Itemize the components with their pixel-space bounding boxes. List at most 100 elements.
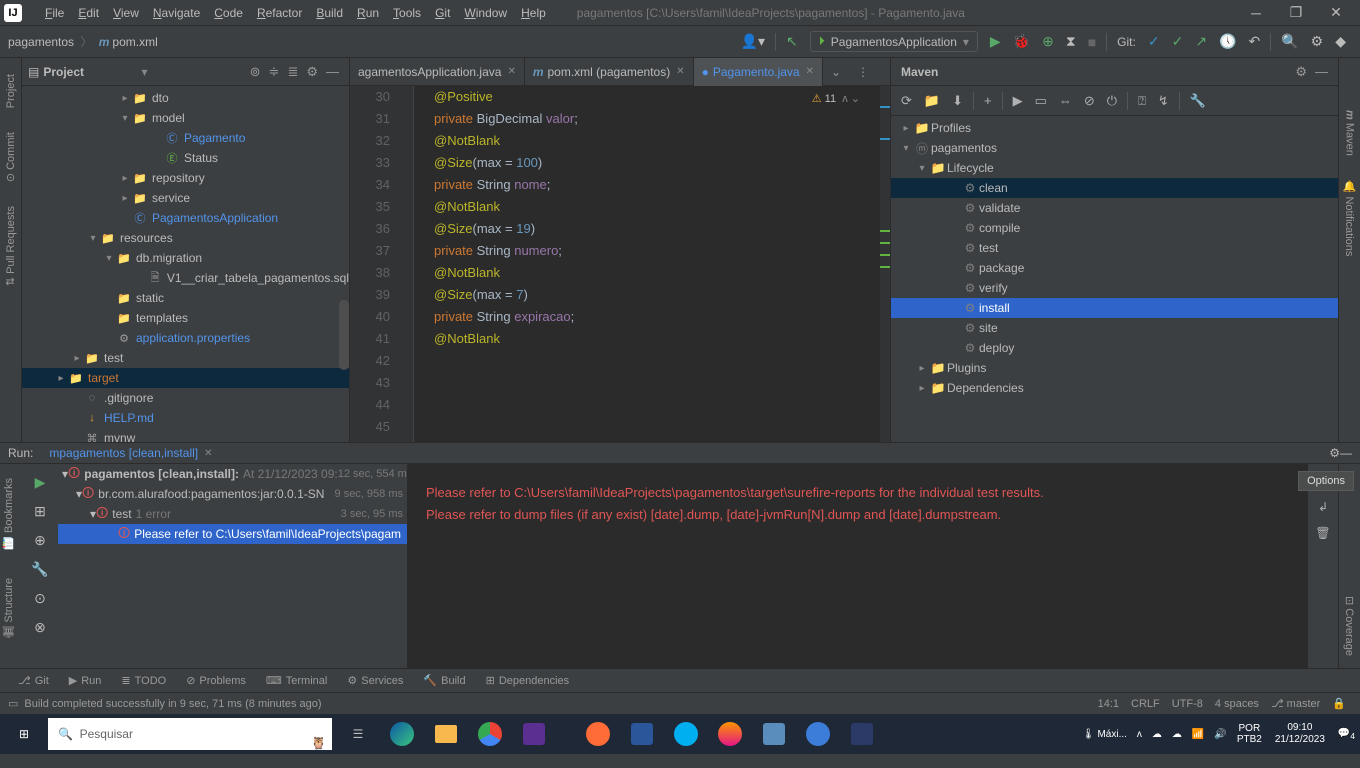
menu-view[interactable]: View bbox=[106, 6, 146, 20]
maven-item[interactable]: ▾ⓜpagamentos bbox=[891, 138, 1338, 158]
run-button[interactable]: ▶ bbox=[984, 33, 1007, 50]
close-button[interactable]: ✕ bbox=[1316, 0, 1356, 26]
app-icon-2[interactable] bbox=[796, 714, 840, 754]
git-rollback-icon[interactable]: ↶ bbox=[1242, 33, 1266, 50]
edge-icon[interactable] bbox=[380, 714, 424, 754]
postman-icon[interactable] bbox=[576, 714, 620, 754]
profile-button[interactable]: ⧗ bbox=[1060, 33, 1082, 50]
coverage-tab[interactable]: ⊡ Coverage bbox=[1341, 584, 1358, 668]
git-commit-icon[interactable]: ✓ bbox=[1166, 33, 1190, 50]
collapse-icon[interactable]: ≣ bbox=[283, 64, 302, 80]
run-tree[interactable]: ▾🛈pagamentos [clean,install]:At 21/12/20… bbox=[58, 464, 408, 668]
tree-item[interactable]: ↓HELP.md bbox=[22, 408, 349, 428]
line-separator[interactable]: CRLF bbox=[1125, 698, 1166, 710]
wrap-icon[interactable]: ↲ bbox=[1318, 494, 1328, 520]
git-history-icon[interactable]: 🕔 bbox=[1213, 33, 1242, 50]
run-maven-icon[interactable]: ▶ bbox=[1007, 93, 1029, 109]
error-stripe[interactable] bbox=[880, 86, 890, 442]
select-opened-icon[interactable]: ⊚ bbox=[246, 64, 265, 80]
breadcrumb-file[interactable]: pom.xml bbox=[112, 35, 157, 49]
project-tree[interactable]: ▸📁dto▾📁modelⒸPagamentoⒺStatus▸📁repositor… bbox=[22, 86, 349, 442]
maven-item[interactable]: ⚙package bbox=[891, 258, 1338, 278]
reload-icon[interactable]: ⟳ bbox=[895, 93, 918, 109]
inspection-widget[interactable]: ⚠ 11 ʌ ⌄ bbox=[812, 92, 860, 105]
tree-item[interactable]: ▸📁target bbox=[22, 368, 349, 388]
volume-icon[interactable]: 🔊 bbox=[1209, 729, 1231, 740]
menu-tools[interactable]: Tools bbox=[386, 6, 428, 20]
run-config-selector[interactable]: ⏵ PagamentosApplication ▾ bbox=[810, 31, 978, 52]
tree-item[interactable]: ⒸPagamentosApplication bbox=[22, 208, 349, 228]
maximize-button[interactable]: ❐ bbox=[1276, 0, 1316, 26]
bottom-terminal[interactable]: ⌨Terminal bbox=[256, 674, 337, 687]
scrollbar[interactable] bbox=[339, 300, 349, 370]
run-settings-icon[interactable]: ⚙ bbox=[1329, 446, 1340, 460]
explorer-icon[interactable] bbox=[424, 714, 468, 754]
lock-icon[interactable]: 🔒 bbox=[1326, 697, 1352, 710]
stack-icon[interactable]: ⊕ bbox=[34, 526, 46, 555]
wifi-icon[interactable]: 📶 bbox=[1187, 729, 1209, 740]
maven-item[interactable]: ⚙site bbox=[891, 318, 1338, 338]
run-output[interactable]: Please refer to C:\Users\famil\IdeaProje… bbox=[408, 464, 1308, 668]
tree-item[interactable]: ▸📁repository bbox=[22, 168, 349, 188]
app-icon[interactable] bbox=[752, 714, 796, 754]
settings-icon[interactable]: ⚙ bbox=[302, 64, 322, 80]
maven-settings-icon[interactable]: 🔧 bbox=[1184, 93, 1212, 109]
onedrive-icon[interactable]: ☁ bbox=[1167, 729, 1187, 740]
task-view-icon[interactable]: ☰ bbox=[336, 714, 380, 754]
expand-icon[interactable]: ≑ bbox=[265, 64, 284, 80]
menu-run[interactable]: Run bbox=[350, 6, 386, 20]
maven-item[interactable]: ▸📁Dependencies bbox=[891, 378, 1338, 398]
tree-item[interactable]: ▾📁model bbox=[22, 108, 349, 128]
run-hide-icon[interactable]: — bbox=[1340, 446, 1352, 460]
maven-settings-icon[interactable]: ⚙ bbox=[1291, 64, 1311, 80]
clock[interactable]: 09:1021/12/2023 bbox=[1267, 722, 1333, 746]
run-tree-item[interactable]: ▾🛈br.com.alurafood:pagamentos:jar:0.0.1-… bbox=[58, 484, 407, 504]
bottom-problems[interactable]: ⊘Problems bbox=[176, 674, 256, 687]
maven-item[interactable]: ⚙install bbox=[891, 298, 1338, 318]
collapse-all-icon[interactable]: ↯ bbox=[1152, 93, 1175, 109]
maven-item[interactable]: ▾📁Lifecycle bbox=[891, 158, 1338, 178]
dependencies-icon[interactable]: ⍰ bbox=[1132, 93, 1152, 109]
rerun-icon[interactable]: ▶ bbox=[35, 468, 46, 497]
run-tree-item[interactable]: ▾🛈test1 error3 sec, 95 ms bbox=[58, 504, 407, 524]
menu-navigate[interactable]: Navigate bbox=[146, 6, 207, 20]
menu-file[interactable]: File bbox=[38, 6, 71, 20]
git-update-icon[interactable]: ✓ bbox=[1142, 33, 1166, 50]
maven-item[interactable]: ⚙compile bbox=[891, 218, 1338, 238]
language-indicator[interactable]: PORPTB2 bbox=[1232, 723, 1267, 745]
tree-item[interactable]: ⚙application.properties bbox=[22, 328, 349, 348]
download-icon[interactable]: ⬇ bbox=[946, 93, 969, 109]
tree-item[interactable]: 🗎V1__criar_tabela_pagamentos.sql bbox=[22, 268, 349, 288]
skip-tests-icon[interactable]: ⊘ bbox=[1078, 93, 1101, 109]
bottom-services[interactable]: ⚙Services bbox=[337, 674, 413, 687]
tree-item[interactable]: ▸📁service bbox=[22, 188, 349, 208]
git-push-icon[interactable]: ↗ bbox=[1189, 33, 1213, 50]
app-icon-3[interactable] bbox=[840, 714, 884, 754]
menu-build[interactable]: Build bbox=[309, 6, 350, 20]
menu-git[interactable]: Git bbox=[428, 6, 457, 20]
firefox-icon[interactable] bbox=[708, 714, 752, 754]
fold-gutter[interactable] bbox=[398, 86, 414, 442]
menu-help[interactable]: Help bbox=[514, 6, 553, 20]
editor-tab[interactable]: mpom.xml (pagamentos)✕ bbox=[525, 58, 694, 86]
tree-item[interactable]: ⒺStatus bbox=[22, 148, 349, 168]
search-box[interactable]: 🔍 Pesquisar 🦉 bbox=[48, 718, 332, 750]
coverage-button[interactable]: ⊕ bbox=[1036, 33, 1060, 50]
tree-item[interactable]: ▸📁test bbox=[22, 348, 349, 368]
structure-tab[interactable]: 🏛 Structure bbox=[0, 564, 17, 654]
debug-button[interactable]: 🐞 bbox=[1007, 33, 1036, 50]
maven-item[interactable]: ⚙clean bbox=[891, 178, 1338, 198]
editor-tab[interactable]: agamentosApplication.java✕ bbox=[350, 58, 525, 86]
maven-item[interactable]: ▸📁Profiles bbox=[891, 118, 1338, 138]
close-icon[interactable]: ⊗ bbox=[34, 613, 46, 642]
maven-item[interactable]: ⚙deploy bbox=[891, 338, 1338, 358]
menu-code[interactable]: Code bbox=[207, 6, 250, 20]
word-icon[interactable] bbox=[620, 714, 664, 754]
bottom-dependencies[interactable]: ⊞Dependencies bbox=[476, 674, 580, 687]
maven-item[interactable]: ⚙validate bbox=[891, 198, 1338, 218]
toggle-icon[interactable]: ⇔ bbox=[1053, 93, 1078, 108]
commit-tab[interactable]: ⊙ Commit bbox=[2, 120, 19, 194]
configure-icon[interactable]: ⊞ bbox=[34, 497, 46, 526]
tree-item[interactable]: ⒸPagamento bbox=[22, 128, 349, 148]
caret-position[interactable]: 14:1 bbox=[1092, 698, 1125, 710]
